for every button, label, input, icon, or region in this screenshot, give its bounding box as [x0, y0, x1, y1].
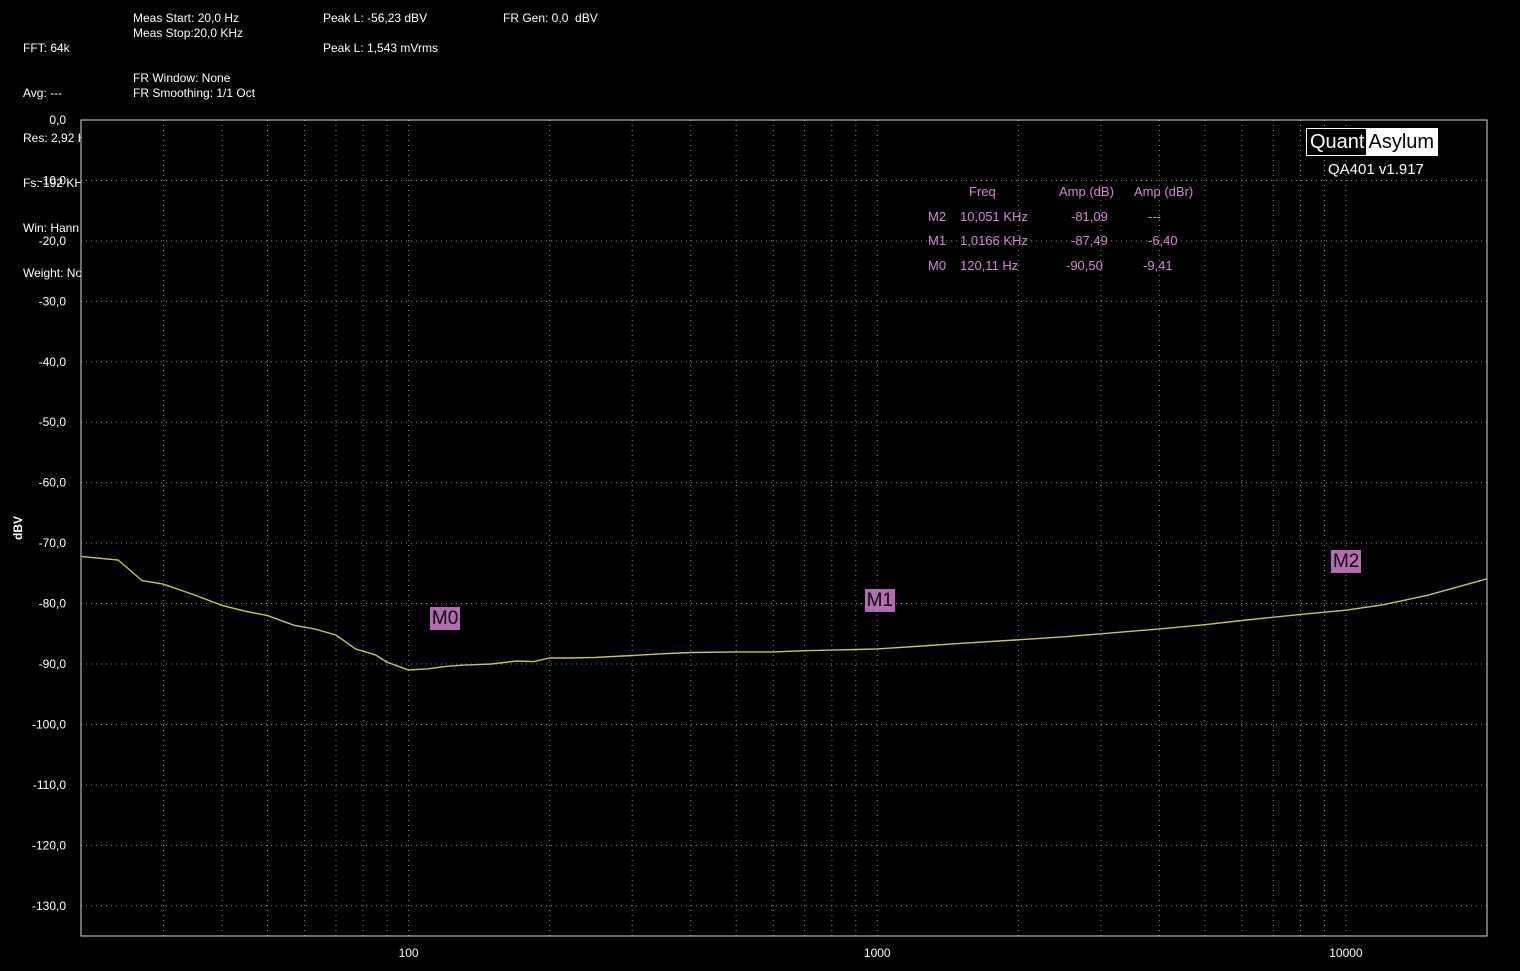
y-tick-label: 0,0: [49, 113, 66, 127]
marker-row-freq: 120,11 Hz: [960, 258, 1019, 273]
y-tick-label: -130,0: [32, 899, 66, 913]
y-tick-label: -110,0: [33, 778, 66, 792]
y-tick-label: -20,0: [39, 234, 67, 248]
x-tick-label: 100: [399, 946, 419, 960]
marker-row-freq: 1,0166 KHz: [960, 233, 1028, 248]
y-tick-label: -120,0: [32, 838, 66, 852]
y-tick-label: -70,0: [39, 536, 67, 550]
marker-row-amp-dbr: ---: [1148, 209, 1161, 224]
col-header-amp-db: Amp (dB): [1059, 184, 1114, 199]
x-tick-label: 10000: [1329, 946, 1363, 960]
y-tick-label: -50,0: [39, 415, 67, 429]
marker-row-amp-db: -81,09: [1071, 209, 1108, 224]
y-tick-label: -100,0: [32, 717, 66, 731]
marker-row-name: M1: [928, 233, 947, 248]
marker-row-amp-db: -90,50: [1066, 258, 1103, 273]
col-header-freq: Freq: [969, 184, 996, 199]
marker-label-m0[interactable]: M0: [429, 607, 461, 631]
y-tick-label: -40,0: [39, 355, 67, 369]
marker-row-amp-dbr: -6,40: [1148, 233, 1178, 248]
version-label: QA401 v1.917: [1328, 161, 1424, 178]
marker-row-amp-dbr: -9,41: [1143, 258, 1173, 273]
y-tick-label: -60,0: [39, 476, 67, 490]
x-tick-labels: 100 1000 10000: [399, 946, 1363, 960]
frequency-response-chart[interactable]: 0,0 -10,0 -20,0 -30,0 -40,0 -50,0 -60,0 -70,0 -8…: [0, 0, 1520, 971]
marker-label-m1[interactable]: M1: [864, 588, 895, 612]
plot-background: [81, 120, 1487, 936]
marker-row-amp-db: -87,49: [1071, 233, 1108, 248]
y-tick-label: -10,0: [39, 173, 67, 187]
x-tick-label: 1000: [864, 946, 891, 960]
y-tick-labels: 0,0 -10,0 -20,0 -30,0 -40,0 -50,0 -60,0 -70,0 -8…: [32, 113, 66, 913]
marker-row-freq: 10,051 KHz: [960, 209, 1028, 224]
y-tick-label: -90,0: [39, 657, 67, 671]
logo-text-right: Asylum: [1366, 129, 1438, 155]
y-tick-label: -30,0: [39, 294, 67, 308]
marker-row-name: M0: [928, 258, 947, 273]
quantasylum-logo: Quant Asylum: [1306, 128, 1439, 156]
marker-row-name: M2: [928, 209, 947, 224]
y-tick-label: -80,0: [39, 597, 67, 611]
col-header-amp-dbr: Amp (dBr): [1134, 184, 1194, 199]
marker-label-m2[interactable]: M2: [1330, 550, 1362, 574]
y-axis-label: dBV: [11, 516, 25, 540]
logo-text-left: Quant: [1307, 129, 1367, 155]
